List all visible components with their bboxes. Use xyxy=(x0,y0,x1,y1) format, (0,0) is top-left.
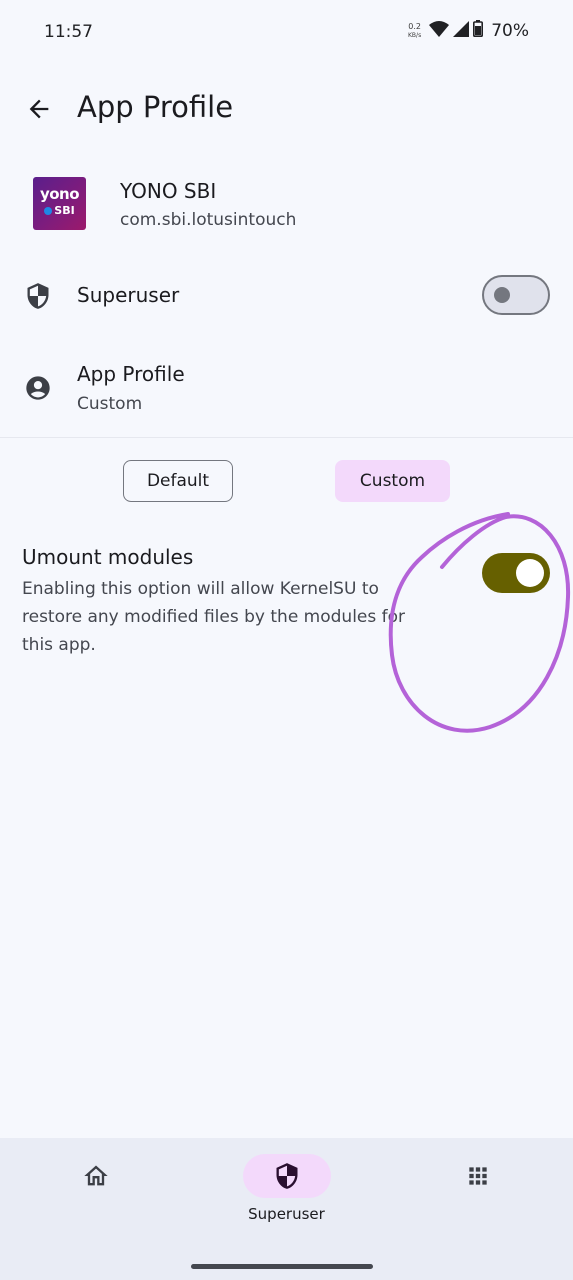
home-icon xyxy=(83,1165,108,1186)
divider xyxy=(0,437,573,438)
app-name: YONO SBI xyxy=(120,179,217,203)
app-header: yono SBI YONO SBI com.sbi.lotusintouch xyxy=(0,168,573,242)
page-title: App Profile xyxy=(77,90,234,124)
bottom-navigation: Superuser xyxy=(0,1138,573,1280)
nav-home-indicator xyxy=(52,1154,140,1198)
status-bar: 11:57 0.2 KB/s 70% xyxy=(0,0,573,66)
superuser-row[interactable]: Superuser xyxy=(0,262,573,332)
nav-modules[interactable] xyxy=(382,1138,573,1248)
nav-home[interactable] xyxy=(0,1138,191,1248)
switch-thumb xyxy=(494,287,510,303)
switch-thumb xyxy=(516,559,544,587)
arrow-back-icon xyxy=(29,99,49,119)
network-speed-value: 0.2 xyxy=(408,21,421,31)
network-speed-unit: KB/s xyxy=(408,31,422,39)
app-icon-logo-top: yono xyxy=(39,185,80,203)
shield-icon xyxy=(276,1163,297,1189)
back-button[interactable] xyxy=(22,92,56,126)
nav-superuser-label: Superuser xyxy=(248,1205,325,1223)
battery-percent: 70% xyxy=(491,20,529,41)
umount-modules-switch[interactable] xyxy=(482,553,550,593)
battery-icon xyxy=(473,20,484,41)
app-profile-row[interactable]: App Profile Custom xyxy=(0,350,573,436)
app-profile-value: Custom xyxy=(77,394,143,414)
custom-profile-button[interactable]: Custom xyxy=(335,460,450,502)
status-icons: 0.2 KB/s 70% xyxy=(408,20,529,41)
superuser-label: Superuser xyxy=(77,283,180,307)
nav-modules-indicator xyxy=(434,1154,522,1198)
nav-superuser-indicator xyxy=(242,1154,331,1198)
umount-modules-description: Enabling this option will allow KernelSU… xyxy=(22,579,406,655)
top-app-bar: App Profile xyxy=(0,76,573,144)
network-speed: 0.2 KB/s xyxy=(408,22,421,40)
default-profile-button[interactable]: Default xyxy=(123,460,233,502)
shield-icon xyxy=(24,282,52,310)
umount-modules-title: Umount modules xyxy=(22,545,194,569)
gesture-handle[interactable] xyxy=(191,1264,373,1269)
account-circle-icon xyxy=(24,374,52,402)
status-clock: 11:57 xyxy=(44,22,93,42)
wifi-icon xyxy=(429,20,450,41)
app-icon-logo-sbi: SBI xyxy=(54,204,75,217)
app-icon-logo-bottom: SBI xyxy=(33,204,86,217)
superuser-switch[interactable] xyxy=(482,275,550,315)
grid-icon xyxy=(468,1167,487,1185)
nav-superuser[interactable]: Superuser xyxy=(191,1138,382,1248)
app-package-name: com.sbi.lotusintouch xyxy=(120,210,297,230)
cell-signal-icon xyxy=(453,20,470,41)
umount-modules-setting[interactable]: Umount modules Enabling this option will… xyxy=(0,545,573,665)
app-icon: yono SBI xyxy=(33,177,86,230)
app-profile-label: App Profile xyxy=(77,362,185,386)
